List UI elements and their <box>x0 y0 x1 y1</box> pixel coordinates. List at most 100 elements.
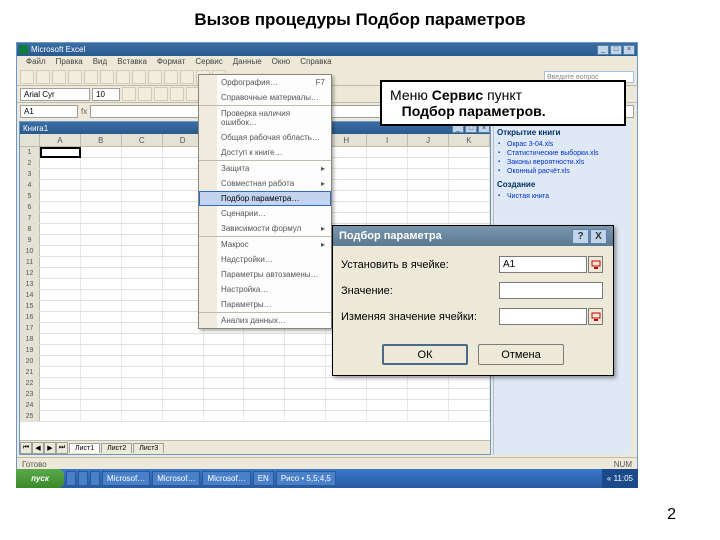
cell[interactable] <box>285 367 326 377</box>
cell[interactable] <box>81 224 122 234</box>
menu-item-sharedws[interactable]: Общая рабочая область… <box>199 130 331 145</box>
row-header[interactable]: 22 <box>20 378 40 388</box>
cell[interactable] <box>81 345 122 355</box>
cell[interactable] <box>40 191 81 201</box>
cell[interactable] <box>40 290 81 300</box>
cell[interactable] <box>40 345 81 355</box>
row-header[interactable]: 4 <box>20 180 40 190</box>
cell[interactable] <box>408 158 449 168</box>
cell[interactable] <box>449 158 490 168</box>
cut-icon[interactable] <box>84 70 98 84</box>
cell[interactable] <box>122 180 163 190</box>
cell[interactable] <box>204 378 245 388</box>
cell[interactable] <box>163 400 204 410</box>
cell[interactable] <box>326 389 367 399</box>
cell[interactable] <box>449 389 490 399</box>
cell[interactable] <box>244 367 285 377</box>
cell[interactable] <box>40 147 81 157</box>
tab-nav-first-icon[interactable]: ⏮ <box>20 442 32 454</box>
cell[interactable] <box>81 180 122 190</box>
system-tray[interactable]: « 11:05 <box>602 469 638 488</box>
quicklaunch-icon[interactable] <box>66 471 76 486</box>
menu-item-addins[interactable]: Надстройки… <box>199 252 331 267</box>
cell[interactable] <box>285 378 326 388</box>
cell[interactable] <box>40 169 81 179</box>
cell[interactable] <box>81 367 122 377</box>
cell[interactable] <box>449 378 490 388</box>
row-header[interactable]: 1 <box>20 147 40 157</box>
new-icon[interactable] <box>20 70 34 84</box>
menu-item-protect[interactable]: Защита▸ <box>199 160 331 176</box>
menu-item-analysis[interactable]: Анализ данных… <box>199 312 331 328</box>
cell[interactable] <box>285 400 326 410</box>
maximize-button[interactable]: □ <box>610 45 622 55</box>
cell[interactable] <box>326 158 367 168</box>
cell[interactable] <box>122 147 163 157</box>
cell[interactable] <box>81 213 122 223</box>
cell[interactable] <box>326 147 367 157</box>
cell[interactable] <box>204 345 245 355</box>
cell[interactable] <box>122 345 163 355</box>
cell[interactable] <box>449 147 490 157</box>
col-header[interactable]: B <box>81 134 122 146</box>
menu-item-spelling[interactable]: Орфография…F7 <box>199 75 331 90</box>
cell[interactable] <box>81 389 122 399</box>
cell[interactable] <box>122 224 163 234</box>
col-header[interactable]: H <box>326 134 367 146</box>
setcell-input[interactable]: A1 <box>499 256 587 273</box>
cell[interactable] <box>367 389 408 399</box>
cell[interactable] <box>449 180 490 190</box>
cell[interactable] <box>81 268 122 278</box>
cell[interactable] <box>367 158 408 168</box>
cell[interactable] <box>81 169 122 179</box>
row-header[interactable]: 17 <box>20 323 40 333</box>
col-header[interactable]: K <box>449 134 490 146</box>
quicklaunch-icon[interactable] <box>78 471 88 486</box>
cell[interactable] <box>40 301 81 311</box>
cell[interactable] <box>40 213 81 223</box>
cell[interactable] <box>367 169 408 179</box>
cell[interactable] <box>408 378 449 388</box>
cell[interactable] <box>40 323 81 333</box>
cell[interactable] <box>40 279 81 289</box>
cell[interactable] <box>122 279 163 289</box>
sheet-tab[interactable]: Лист1 <box>69 443 100 453</box>
cell[interactable] <box>122 411 163 421</box>
undo-icon[interactable] <box>132 70 146 84</box>
cell[interactable] <box>81 378 122 388</box>
redo-icon[interactable] <box>148 70 162 84</box>
col-header[interactable]: A <box>40 134 81 146</box>
cell[interactable] <box>81 323 122 333</box>
cell[interactable] <box>367 202 408 212</box>
cell[interactable] <box>163 345 204 355</box>
menu-item-audit[interactable]: Зависимости формул▸ <box>199 221 331 236</box>
cell[interactable] <box>122 257 163 267</box>
cell[interactable] <box>81 312 122 322</box>
cell[interactable] <box>40 180 81 190</box>
menu-item[interactable]: Справка <box>295 56 336 69</box>
cell[interactable] <box>326 202 367 212</box>
cell[interactable] <box>285 356 326 366</box>
menu-item-options[interactable]: Параметры… <box>199 297 331 312</box>
cell[interactable] <box>244 345 285 355</box>
cell[interactable] <box>81 356 122 366</box>
cell[interactable] <box>122 213 163 223</box>
select-all-corner[interactable] <box>20 134 40 146</box>
close-button[interactable]: × <box>623 45 635 55</box>
taskpane-link[interactable]: Чистая книга <box>497 192 628 201</box>
row-header[interactable]: 19 <box>20 345 40 355</box>
menu-item[interactable]: Формат <box>152 56 190 69</box>
cell[interactable] <box>244 400 285 410</box>
cell[interactable] <box>81 246 122 256</box>
changecell-input[interactable] <box>499 308 587 325</box>
menu-item[interactable]: Окно <box>267 56 296 69</box>
cell[interactable] <box>326 213 367 223</box>
cell[interactable] <box>326 180 367 190</box>
row-header[interactable]: 14 <box>20 290 40 300</box>
menu-item-research[interactable]: Справочные материалы… <box>199 90 331 105</box>
cell[interactable] <box>326 400 367 410</box>
minimize-button[interactable]: _ <box>597 45 609 55</box>
cell[interactable] <box>408 389 449 399</box>
cell[interactable] <box>40 334 81 344</box>
cancel-button[interactable]: Отмена <box>478 344 564 365</box>
